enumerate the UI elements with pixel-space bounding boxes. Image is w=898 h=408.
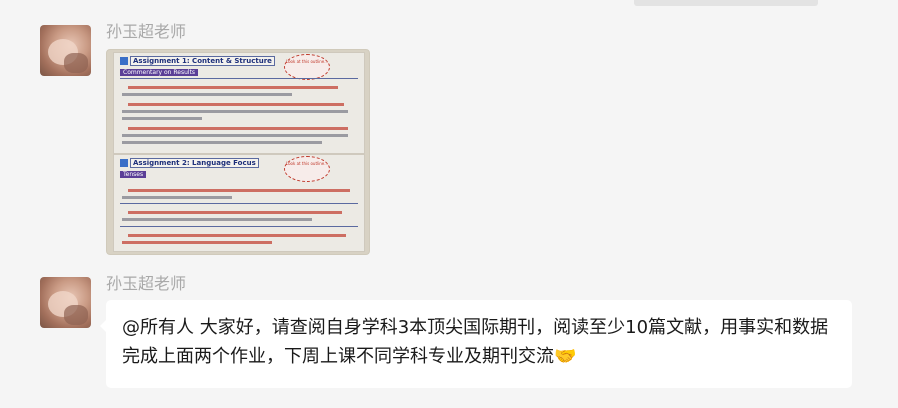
slide-text-line — [128, 189, 350, 192]
top-scroll-indicator — [634, 0, 818, 6]
slide-rule — [120, 226, 358, 227]
slide-logo-icon — [120, 57, 128, 65]
image-message[interactable]: Assignment 1: Content & Structure Look a… — [106, 49, 370, 255]
slide-text-line — [122, 117, 202, 120]
avatar[interactable] — [40, 277, 91, 328]
slide-tag: Commentary on Results — [120, 69, 199, 76]
handshake-icon: 🤝 — [554, 346, 577, 367]
slide-rule — [120, 78, 358, 79]
slide-text-line — [122, 134, 348, 137]
sender-name: 孙玉超老师 — [106, 22, 187, 41]
slide-text-line — [122, 93, 292, 96]
slide-title: Assignment 2: Language Focus — [130, 158, 259, 168]
slide-text-line — [128, 127, 348, 130]
slide-text-line — [122, 218, 312, 221]
slide-rule — [120, 203, 358, 204]
slide-text-line — [122, 141, 322, 144]
message-content: @所有人 大家好，请查阅自身学科3本顶尖国际期刊，阅读至少10篇文献，用事实和数… — [122, 317, 829, 367]
slide-title: Assignment 1: Content & Structure — [130, 56, 275, 66]
slide-logo-icon — [120, 159, 128, 167]
slide-text-line — [122, 196, 232, 199]
text-message-bubble[interactable]: @所有人 大家好，请查阅自身学科3本顶尖国际期刊，阅读至少10篇文献，用事实和数… — [100, 300, 852, 388]
slide-text-line — [122, 241, 272, 244]
message-text: @所有人 大家好，请查阅自身学科3本顶尖国际期刊，阅读至少10篇文献，用事实和数… — [122, 313, 844, 371]
slide-note-bubble: Look at this outline... — [284, 156, 330, 182]
slide-1: Assignment 1: Content & Structure Look a… — [113, 52, 365, 154]
avatar-photo-detail — [64, 53, 88, 73]
slide-text-line — [128, 234, 346, 237]
slide-text-line — [128, 103, 344, 106]
avatar-photo-detail — [64, 305, 88, 325]
slide-tag: Tenses — [120, 171, 147, 178]
slide-text-line — [128, 211, 342, 214]
slide-text-line — [122, 110, 348, 113]
sender-name: 孙玉超老师 — [106, 274, 187, 293]
avatar[interactable] — [40, 25, 91, 76]
slide-2: Assignment 2: Language Focus Look at thi… — [113, 154, 365, 252]
slide-note-bubble: Look at this outline... — [284, 54, 330, 80]
slide-text-line — [128, 86, 338, 89]
